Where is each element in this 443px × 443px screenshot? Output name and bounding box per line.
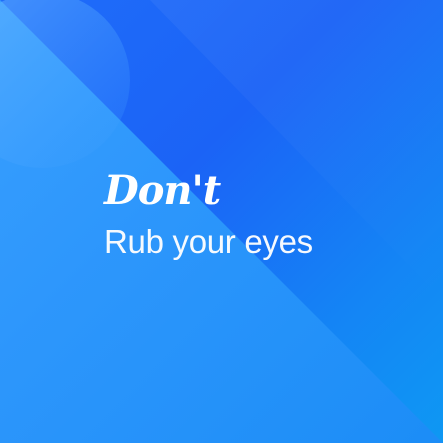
subline-text: Rub your eyes [104, 223, 313, 260]
headline-text: Don't [104, 167, 221, 214]
poster-canvas: Don't Rub your eyes [0, 0, 443, 443]
